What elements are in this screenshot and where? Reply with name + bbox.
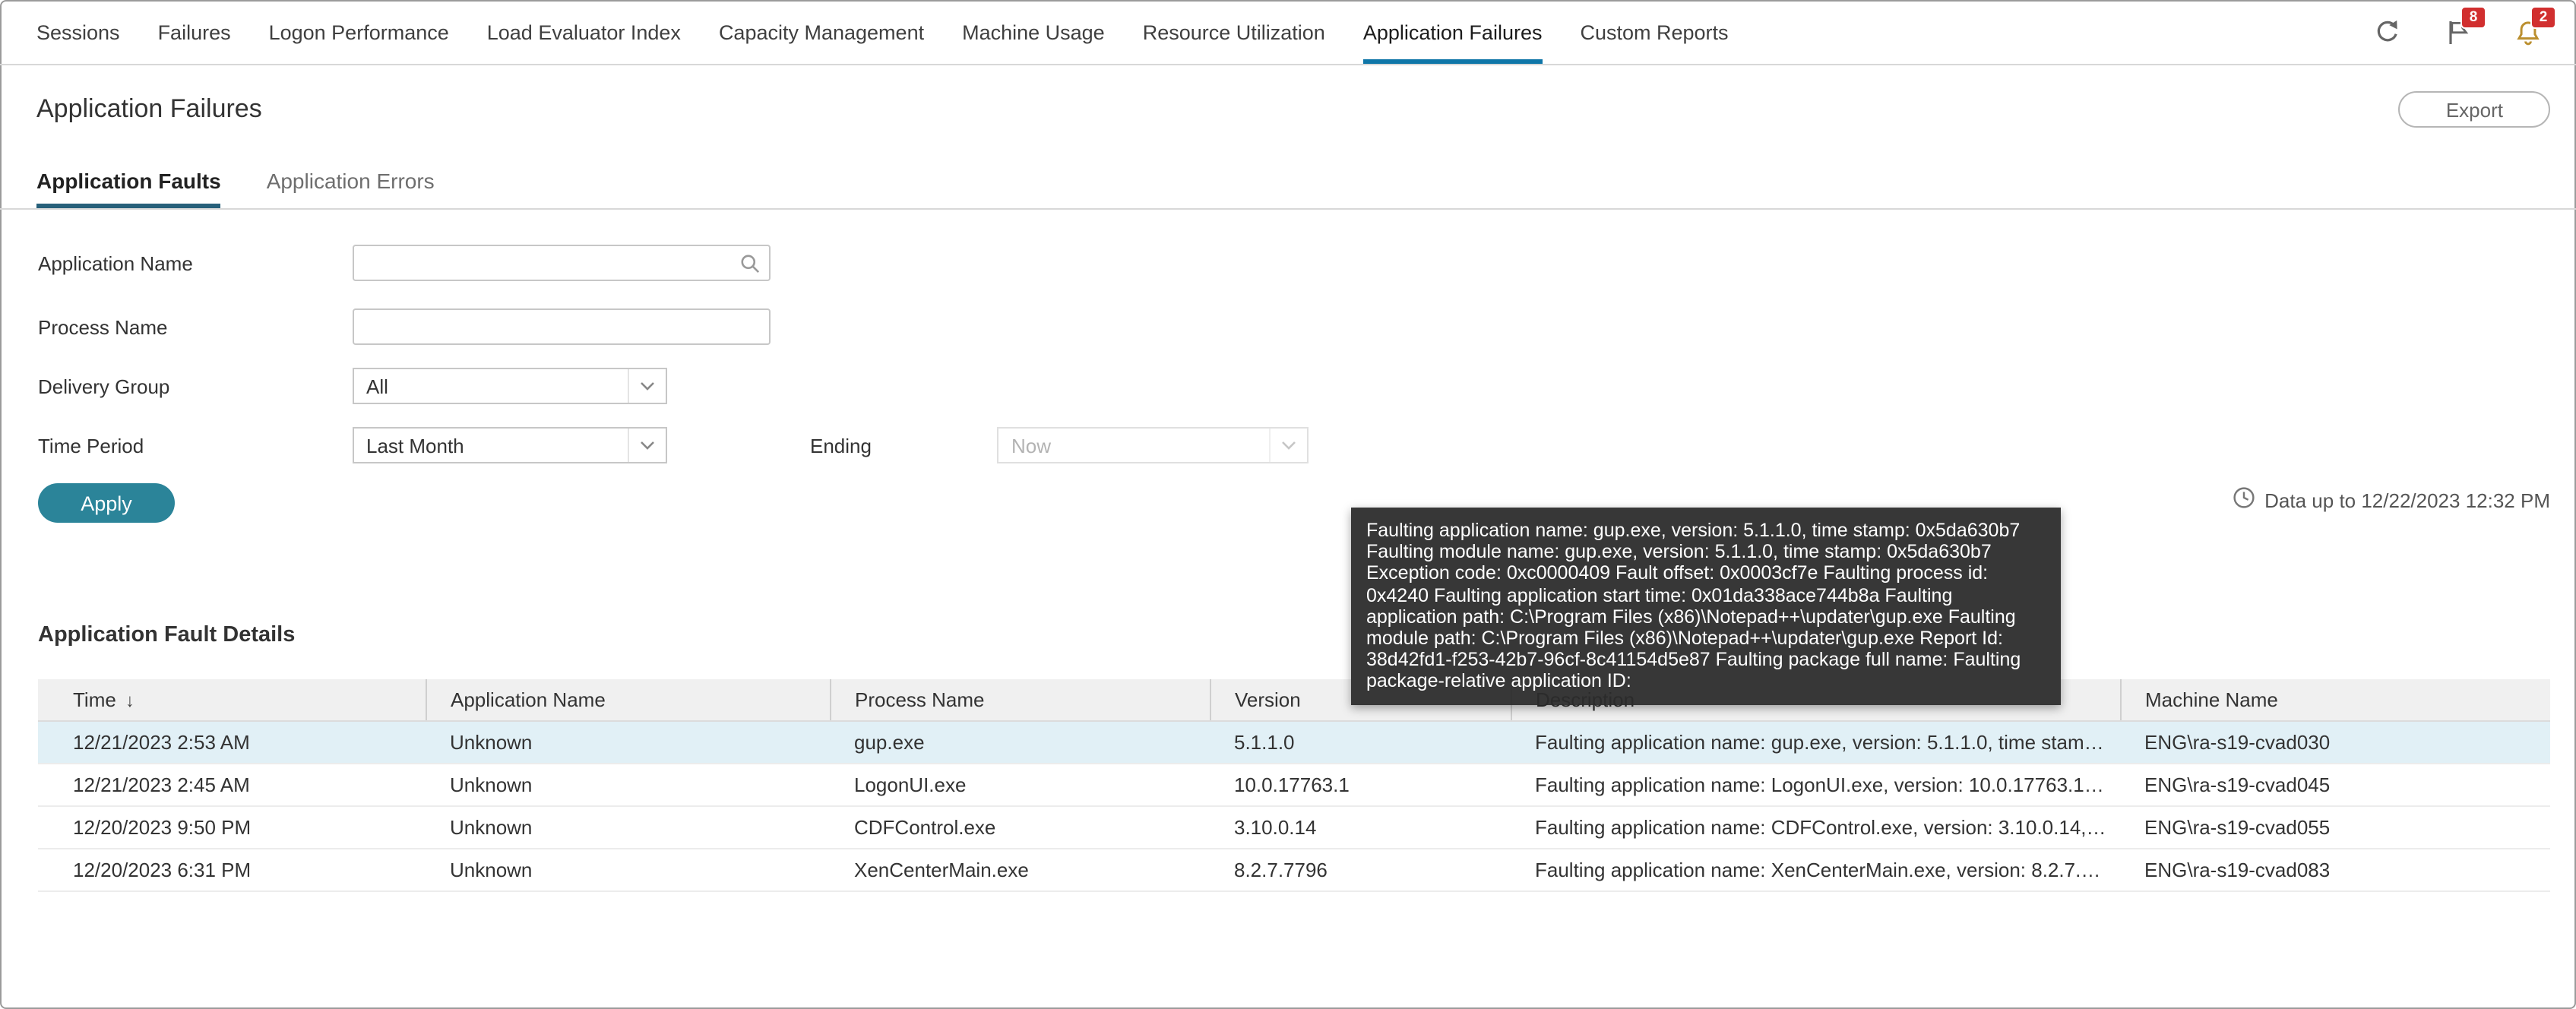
refresh-icon[interactable] [2372,17,2403,47]
time-period-select[interactable]: Last Month [353,427,667,463]
top-nav: Sessions Failures Logon Performance Load… [0,0,2576,65]
cell-time: 12/20/2023 6:31 PM [38,849,426,892]
notifications-bell-icon[interactable]: 2 [2512,6,2556,47]
alerts-badge: 8 [2460,6,2486,29]
cell-description: Faulting application name: XenCenterMain… [1511,849,2120,892]
nav-tabs: Sessions Failures Logon Performance Load… [36,0,1729,64]
table-row[interactable]: 12/20/2023 6:31 PM Unknown XenCenterMain… [38,849,2550,892]
cell-machine-name: ENG\ra-s19-cvad055 [2120,806,2550,849]
application-name-field-wrap [353,245,771,281]
filter-row-time-period: Time Period Last Month Ending Now [38,425,1309,465]
table-row[interactable]: 12/21/2023 2:53 AM Unknown gup.exe 5.1.1… [38,721,2550,764]
delivery-group-value: All [366,375,388,397]
sort-desc-icon: ↓ [125,690,134,711]
cell-machine-name: ENG\ra-s19-cvad045 [2120,764,2550,807]
nav-tab-logon-performance[interactable]: Logon Performance [269,0,449,64]
ending-value: Now [1011,434,1051,457]
data-up-to-text: Data up to 12/22/2023 12:32 PM [2264,489,2550,511]
sub-tabs: Application Faults Application Errors [0,153,2576,210]
title-bar: Application Failures Export [0,65,2576,153]
nav-tab-machine-usage[interactable]: Machine Usage [962,0,1105,64]
delivery-group-select[interactable]: All [353,368,667,404]
cell-application-name: Unknown [426,806,830,849]
cell-version: 3.10.0.14 [1210,806,1511,849]
cell-process-name: LogonUI.exe [830,764,1210,807]
cell-time: 12/20/2023 9:50 PM [38,806,426,849]
description-tooltip: Faulting application name: gup.exe, vers… [1351,508,2061,705]
chevron-down-icon [628,429,666,462]
tab-application-errors[interactable]: Application Errors [267,153,435,208]
cell-version: 5.1.1.0 [1210,721,1511,764]
chevron-down-icon [1269,429,1308,462]
cell-process-name: CDFControl.exe [830,806,1210,849]
process-name-input[interactable] [354,310,769,343]
nav-tab-resource-utilization[interactable]: Resource Utilization [1143,0,1325,64]
apply-button[interactable]: Apply [38,483,175,523]
filter-row-delivery-group: Delivery Group All [38,366,667,406]
col-header-application-name[interactable]: Application Name [425,679,830,722]
table-row[interactable]: 12/20/2023 9:50 PM Unknown CDFControl.ex… [38,806,2550,849]
cell-version: 8.2.7.7796 [1210,849,1511,892]
nav-tab-capacity-management[interactable]: Capacity Management [719,0,924,64]
cell-time: 12/21/2023 2:53 AM [38,721,426,764]
cell-application-name: Unknown [426,721,830,764]
ending-select[interactable]: Now [997,427,1309,463]
col-header-time[interactable]: Time ↓ [38,679,426,722]
nav-tab-load-evaluator-index[interactable]: Load Evaluator Index [487,0,681,64]
filter-row-application-name: Application Name [38,243,771,283]
nav-tab-failures[interactable]: Failures [158,0,231,64]
ending-label: Ending [810,434,872,457]
alerts-flag-icon[interactable]: 8 [2442,6,2486,47]
tab-application-faults[interactable]: Application Faults [36,153,221,208]
col-header-process-name[interactable]: Process Name [829,679,1210,722]
application-failures-page: Sessions Failures Logon Performance Load… [0,0,2576,1009]
col-header-time-label: Time [73,688,116,711]
filters-panel: Application Name Process Name Delivery G… [0,210,2576,562]
application-name-label: Application Name [38,251,193,274]
cell-application-name: Unknown [426,764,830,807]
nav-icon-group: 8 2 [2372,0,2576,64]
cell-machine-name: ENG\ra-s19-cvad030 [2120,721,2550,764]
cell-application-name: Unknown [426,849,830,892]
cell-machine-name: ENG\ra-s19-cvad083 [2120,849,2550,892]
clock-icon [2233,486,2255,514]
data-up-to: Data up to 12/22/2023 12:32 PM [2233,480,2550,520]
process-name-field-wrap [353,308,771,345]
notifications-badge: 2 [2530,6,2556,29]
chevron-down-icon [628,369,666,403]
table-row[interactable]: 12/21/2023 2:45 AM Unknown LogonUI.exe 1… [38,764,2550,807]
fault-details-table: Time ↓ Application Name Process Name Vers… [38,679,2550,892]
search-icon [740,254,760,281]
export-button[interactable]: Export [2398,91,2550,128]
col-header-machine-name[interactable]: Machine Name [2119,679,2550,722]
table-header-row: Time ↓ Application Name Process Name Vers… [38,679,2550,722]
time-period-label: Time Period [38,434,144,457]
cell-process-name: gup.exe [830,721,1210,764]
nav-tab-sessions[interactable]: Sessions [36,0,120,64]
nav-tab-custom-reports[interactable]: Custom Reports [1580,0,1728,64]
delivery-group-label: Delivery Group [38,375,170,397]
cell-time: 12/21/2023 2:45 AM [38,764,426,807]
cell-version: 10.0.17763.1 [1210,764,1511,807]
nav-tab-application-failures[interactable]: Application Failures [1362,0,1543,64]
cell-description: Faulting application name: LogonUI.exe, … [1511,764,2120,807]
cell-description: Faulting application name: CDFControl.ex… [1511,806,2120,849]
scale-wrapper: Sessions Failures Logon Performance Load… [0,0,2576,1009]
time-period-value: Last Month [366,434,464,457]
process-name-label: Process Name [38,315,168,338]
filter-row-process-name: Process Name [38,307,771,346]
section-title: Application Fault Details [38,623,296,647]
application-name-input[interactable] [354,246,769,280]
cell-process-name: XenCenterMain.exe [830,849,1210,892]
cell-description: Faulting application name: gup.exe, vers… [1511,721,2120,764]
page-title: Application Failures [36,94,262,123]
